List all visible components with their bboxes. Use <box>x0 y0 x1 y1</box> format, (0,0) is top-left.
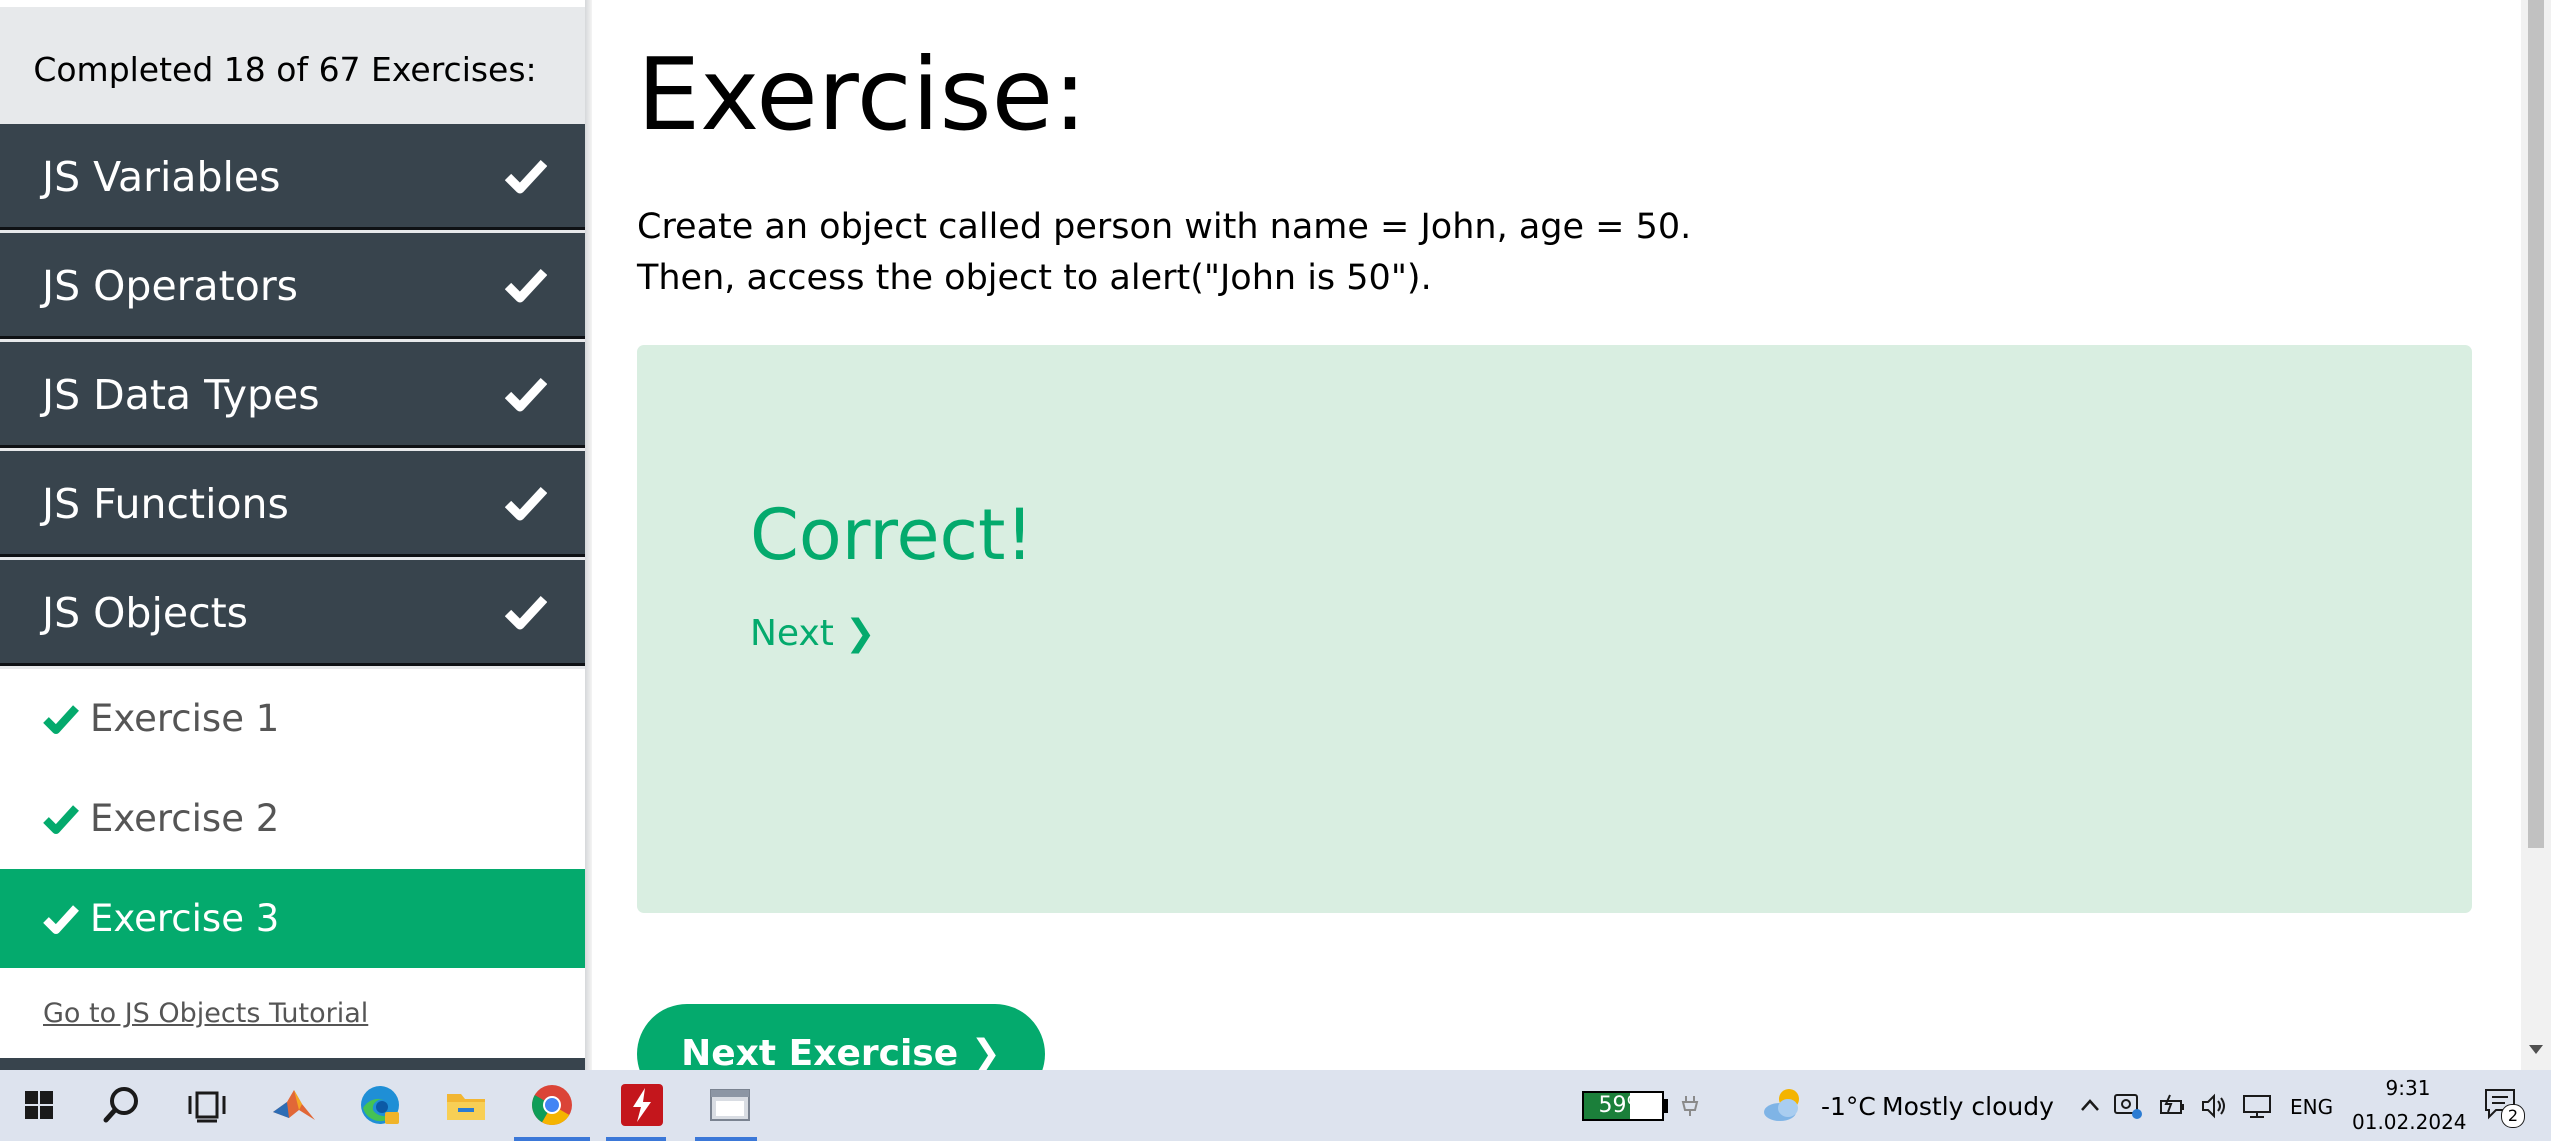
tutorial-link-area: Go to JS Objects Tutorial <box>0 968 585 1058</box>
file-explorer-icon[interactable] <box>441 1080 491 1130</box>
sidebar-category-js-variables[interactable]: JS Variables <box>0 124 585 230</box>
matlab-icon[interactable] <box>269 1080 319 1130</box>
page-scrollbar[interactable] <box>2521 0 2551 1070</box>
acrobat-running-indicator <box>606 1137 666 1141</box>
category-label: JS Variables <box>42 153 281 201</box>
sidebar-category-js-functions[interactable]: JS Functions <box>0 451 585 557</box>
chrome-icon[interactable] <box>527 1080 577 1130</box>
category-label: JS Objects <box>42 589 249 637</box>
instruction-line-2: Then, access the object to alert("John i… <box>637 258 1432 298</box>
weather-temp[interactable]: -1°C <box>1821 1092 1876 1121</box>
sidebar-exercise-3-active[interactable]: Exercise 3 <box>0 869 585 969</box>
chevron-up-icon[interactable] <box>2079 1092 2101 1118</box>
next-exercise-button[interactable]: Next Exercise ❯ <box>637 1004 1045 1070</box>
sidebar-exercise-2[interactable]: Exercise 2 <box>0 769 585 869</box>
check-icon <box>505 268 547 303</box>
check-icon <box>505 159 547 194</box>
battery-percent: 59% <box>1598 1093 1648 1118</box>
network-icon[interactable] <box>2241 1092 2273 1120</box>
exercise-label: Exercise 2 <box>90 797 280 840</box>
search-icon[interactable] <box>97 1080 147 1130</box>
scroll-down-arrow-icon[interactable] <box>2529 1045 2543 1054</box>
app-running-indicator <box>695 1137 757 1141</box>
clock-time[interactable]: 9:31 <box>2352 1076 2464 1100</box>
check-icon <box>505 486 547 521</box>
exercise-label: Exercise 1 <box>90 697 280 740</box>
category-label: JS Data Types <box>42 371 320 419</box>
exercise-label: Exercise 3 <box>90 897 280 940</box>
sidebar-bottom-bar <box>0 1058 585 1070</box>
edge-icon[interactable] <box>355 1080 405 1130</box>
battery-tray-icon[interactable] <box>2158 1092 2188 1120</box>
clock-date[interactable]: 01.02.2024 <box>2352 1110 2467 1134</box>
weather-desc[interactable]: Mostly cloudy <box>1882 1092 2054 1121</box>
tutorial-link[interactable]: Go to JS Objects Tutorial <box>43 998 368 1029</box>
check-icon <box>43 905 79 934</box>
exercise-instructions: Create an object called person with name… <box>637 202 1691 304</box>
check-icon <box>43 805 79 834</box>
acrobat-icon[interactable] <box>617 1080 667 1130</box>
check-icon <box>505 595 547 630</box>
progress-text: Completed 18 of 67 Exercises: <box>33 50 537 89</box>
windows-taskbar: 59% -1°C Mostly cloudy ENG 9:31 01.02.20… <box>0 1070 2551 1141</box>
sidebar-top-strip <box>0 0 585 7</box>
language-indicator[interactable]: ENG <box>2290 1095 2333 1119</box>
category-label: JS Operators <box>42 262 299 310</box>
page-title: Exercise: <box>637 36 1087 153</box>
notification-count-badge: 2 <box>2501 1104 2525 1128</box>
exercise-sidebar: Completed 18 of 67 Exercises: JS Variabl… <box>0 0 585 1070</box>
exercise-main: Exercise: Create an object called person… <box>592 0 2521 1070</box>
sidebar-category-js-data-types[interactable]: JS Data Types <box>0 342 585 448</box>
result-title: Correct! <box>750 494 1034 576</box>
sidebar-category-js-objects[interactable]: JS Objects <box>0 560 585 666</box>
check-icon <box>43 705 79 734</box>
sidebar-category-js-operators[interactable]: JS Operators <box>0 233 585 339</box>
chrome-active-indicator <box>514 1137 590 1141</box>
battery-indicator[interactable]: 59% <box>1582 1091 1664 1121</box>
task-view-icon[interactable] <box>182 1080 232 1130</box>
scrollbar-thumb[interactable] <box>2528 0 2544 848</box>
result-box: Correct! Next ❯ <box>637 345 2472 913</box>
category-label: JS Functions <box>42 480 289 528</box>
app-window-icon[interactable] <box>705 1080 755 1130</box>
sidebar-exercise-1[interactable]: Exercise 1 <box>0 669 585 769</box>
windows-start-icon[interactable] <box>14 1080 64 1130</box>
volume-icon[interactable] <box>2200 1092 2228 1120</box>
check-icon <box>505 377 547 412</box>
next-link[interactable]: Next ❯ <box>750 613 875 654</box>
weather-cloudy-icon[interactable] <box>1758 1084 1806 1126</box>
battery-tip <box>1664 1099 1668 1113</box>
sidebar-shadow-edge <box>585 0 592 1070</box>
power-plug-icon <box>1681 1096 1699 1116</box>
tray-app-icon[interactable] <box>2113 1092 2143 1120</box>
instruction-line-1: Create an object called person with name… <box>637 207 1692 247</box>
